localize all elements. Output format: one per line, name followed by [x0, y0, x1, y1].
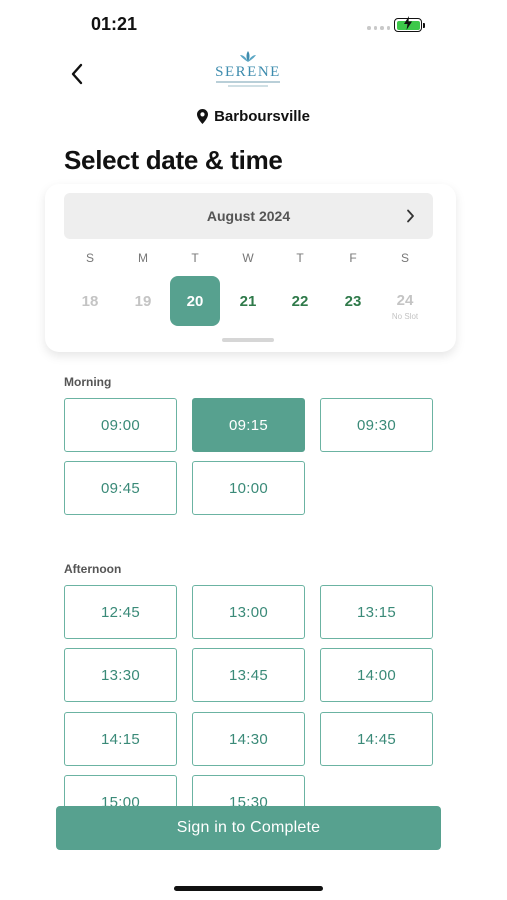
page-title: Select date & time [64, 145, 283, 175]
battery-charging-icon [394, 16, 425, 32]
back-button[interactable] [63, 58, 91, 90]
time-slot[interactable]: 13:15 [320, 585, 433, 639]
calendar-day[interactable]: 24 No Slot [380, 276, 430, 326]
calendar-day[interactable]: 18 [65, 276, 115, 326]
sign-in-to-complete-button[interactable]: Sign in to Complete [56, 806, 441, 850]
calendar-day-selected[interactable]: 20 [170, 276, 220, 326]
brand-logo: SERENE [210, 48, 286, 94]
time-slot[interactable]: 14:45 [320, 712, 433, 766]
time-slot[interactable]: 14:00 [320, 648, 433, 702]
time-slot[interactable]: 12:45 [64, 585, 177, 639]
weekday-label: S [85, 251, 94, 265]
location-selector[interactable]: Barboursville [0, 108, 507, 125]
month-bar: August 2024 [64, 193, 433, 239]
time-slot[interactable]: 14:15 [64, 712, 177, 766]
time-slot[interactable]: 09:45 [64, 461, 177, 515]
next-month-button[interactable] [401, 206, 419, 226]
status-time: 01:21 [91, 14, 138, 34]
time-slot[interactable]: 14:30 [192, 712, 305, 766]
home-indicator [174, 886, 323, 891]
status-bar: 01:21 [0, 0, 507, 52]
time-slot[interactable]: 09:15 [192, 398, 305, 452]
day-number: 18 [81, 292, 99, 310]
weekday-label: M [138, 251, 148, 265]
location-name: Barboursville [214, 108, 310, 125]
weekday-label: S [400, 251, 409, 265]
time-slot[interactable]: 09:00 [64, 398, 177, 452]
calendar-day[interactable]: 22 [275, 276, 325, 326]
month-label: August 2024 [206, 208, 291, 224]
weekday-label: T [296, 251, 304, 265]
no-slot-note: No Slot [391, 311, 419, 321]
calendar-day[interactable]: 19 [118, 276, 168, 326]
time-slot[interactable]: 10:00 [192, 461, 305, 515]
logo-text: SERENE [215, 64, 281, 80]
day-number: 21 [239, 292, 257, 310]
day-number: 19 [134, 292, 152, 310]
weekday-label: W [242, 251, 254, 265]
time-slot[interactable]: 09:30 [320, 398, 433, 452]
calendar-day[interactable]: 23 [328, 276, 378, 326]
time-slot[interactable]: 13:30 [64, 648, 177, 702]
drag-handle[interactable] [222, 338, 274, 342]
morning-label: Morning [64, 375, 112, 389]
weekday-label: F [349, 251, 357, 265]
calendar-day[interactable]: 21 [223, 276, 273, 326]
afternoon-label: Afternoon [64, 562, 122, 576]
time-slot[interactable]: 13:45 [192, 648, 305, 702]
weekday-label: T [191, 251, 199, 265]
map-pin-icon [197, 109, 209, 124]
chevron-left-icon [71, 63, 83, 85]
signal-icon [367, 26, 390, 30]
chevron-right-icon [406, 209, 414, 223]
calendar-card: August 2024 S M T W T F S 18 19 20 21 22… [45, 184, 456, 352]
time-slot[interactable]: 13:00 [192, 585, 305, 639]
day-number: 23 [344, 292, 362, 310]
lotus-icon [240, 51, 256, 62]
day-number: 22 [291, 292, 309, 310]
day-number: 20 [186, 292, 204, 310]
day-number: 24 [396, 291, 414, 309]
